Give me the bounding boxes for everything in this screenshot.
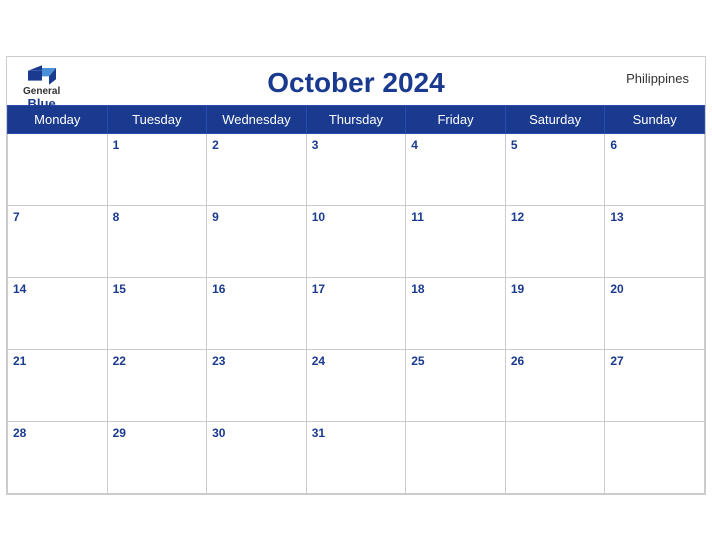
calendar-day-cell: 13 xyxy=(605,205,705,277)
day-number: 15 xyxy=(113,282,126,296)
day-number: 16 xyxy=(212,282,225,296)
calendar-day-cell: 7 xyxy=(8,205,108,277)
weekday-header-saturday: Saturday xyxy=(505,105,605,133)
calendar-day-cell: 5 xyxy=(505,133,605,205)
calendar-day-cell: 4 xyxy=(406,133,506,205)
calendar-week-row: 1 2 3 4 5 6 xyxy=(8,133,705,205)
calendar-day-cell: 2 xyxy=(207,133,307,205)
calendar-day-cell xyxy=(8,133,108,205)
country-label: Philippines xyxy=(626,71,689,86)
day-number: 21 xyxy=(13,354,26,368)
day-number: 2 xyxy=(212,138,219,152)
logo-blue-text: Blue xyxy=(28,97,56,110)
day-number: 10 xyxy=(312,210,325,224)
calendar-day-cell: 22 xyxy=(107,349,207,421)
calendar-day-cell: 25 xyxy=(406,349,506,421)
weekday-header-row: MondayTuesdayWednesdayThursdayFridaySatu… xyxy=(8,105,705,133)
day-number: 4 xyxy=(411,138,418,152)
calendar-day-cell: 28 xyxy=(8,421,108,493)
day-number: 22 xyxy=(113,354,126,368)
logo-area: General Blue xyxy=(23,65,60,110)
calendar-day-cell: 17 xyxy=(306,277,406,349)
calendar-day-cell: 8 xyxy=(107,205,207,277)
day-number: 31 xyxy=(312,426,325,440)
day-number: 6 xyxy=(610,138,617,152)
logo-general-text: General xyxy=(23,87,60,97)
day-number: 17 xyxy=(312,282,325,296)
day-number: 20 xyxy=(610,282,623,296)
calendar-day-cell: 1 xyxy=(107,133,207,205)
calendar-day-cell: 18 xyxy=(406,277,506,349)
month-title: October 2024 xyxy=(267,67,444,99)
calendar-day-cell: 21 xyxy=(8,349,108,421)
day-number: 27 xyxy=(610,354,623,368)
day-number: 18 xyxy=(411,282,424,296)
calendar-day-cell: 26 xyxy=(505,349,605,421)
weekday-header-wednesday: Wednesday xyxy=(207,105,307,133)
logo-icon xyxy=(28,65,56,85)
day-number: 11 xyxy=(411,210,424,224)
calendar-day-cell: 29 xyxy=(107,421,207,493)
weekday-header-tuesday: Tuesday xyxy=(107,105,207,133)
calendar-day-cell: 20 xyxy=(605,277,705,349)
day-number: 7 xyxy=(13,210,20,224)
weekday-header-thursday: Thursday xyxy=(306,105,406,133)
day-number: 26 xyxy=(511,354,524,368)
calendar-grid: MondayTuesdayWednesdayThursdayFridaySatu… xyxy=(7,105,705,494)
day-number: 13 xyxy=(610,210,623,224)
day-number: 12 xyxy=(511,210,524,224)
calendar-day-cell: 16 xyxy=(207,277,307,349)
calendar-week-row: 14 15 16 17 18 19 20 xyxy=(8,277,705,349)
calendar-day-cell: 11 xyxy=(406,205,506,277)
calendar-day-cell: 27 xyxy=(605,349,705,421)
calendar-day-cell: 30 xyxy=(207,421,307,493)
day-number: 30 xyxy=(212,426,225,440)
calendar-day-cell: 15 xyxy=(107,277,207,349)
calendar-day-cell: 31 xyxy=(306,421,406,493)
calendar-container: General Blue October 2024 Philippines Mo… xyxy=(6,56,706,495)
day-number: 23 xyxy=(212,354,225,368)
day-number: 3 xyxy=(312,138,319,152)
calendar-header: General Blue October 2024 Philippines xyxy=(7,57,705,105)
calendar-day-cell: 14 xyxy=(8,277,108,349)
calendar-week-row: 28 29 30 31 xyxy=(8,421,705,493)
calendar-day-cell: 24 xyxy=(306,349,406,421)
calendar-day-cell: 10 xyxy=(306,205,406,277)
day-number: 5 xyxy=(511,138,518,152)
day-number: 9 xyxy=(212,210,219,224)
weekday-header-sunday: Sunday xyxy=(605,105,705,133)
calendar-week-row: 21 22 23 24 25 26 27 xyxy=(8,349,705,421)
day-number: 28 xyxy=(13,426,26,440)
calendar-day-cell: 23 xyxy=(207,349,307,421)
day-number: 19 xyxy=(511,282,524,296)
calendar-day-cell: 19 xyxy=(505,277,605,349)
day-number: 8 xyxy=(113,210,120,224)
weekday-header-friday: Friday xyxy=(406,105,506,133)
calendar-day-cell xyxy=(605,421,705,493)
calendar-day-cell xyxy=(406,421,506,493)
calendar-day-cell: 9 xyxy=(207,205,307,277)
calendar-day-cell xyxy=(505,421,605,493)
day-number: 14 xyxy=(13,282,26,296)
day-number: 1 xyxy=(113,138,120,152)
calendar-day-cell: 12 xyxy=(505,205,605,277)
calendar-day-cell: 3 xyxy=(306,133,406,205)
day-number: 25 xyxy=(411,354,424,368)
calendar-week-row: 7 8 9 10 11 12 13 xyxy=(8,205,705,277)
day-number: 29 xyxy=(113,426,126,440)
calendar-day-cell: 6 xyxy=(605,133,705,205)
day-number: 24 xyxy=(312,354,325,368)
